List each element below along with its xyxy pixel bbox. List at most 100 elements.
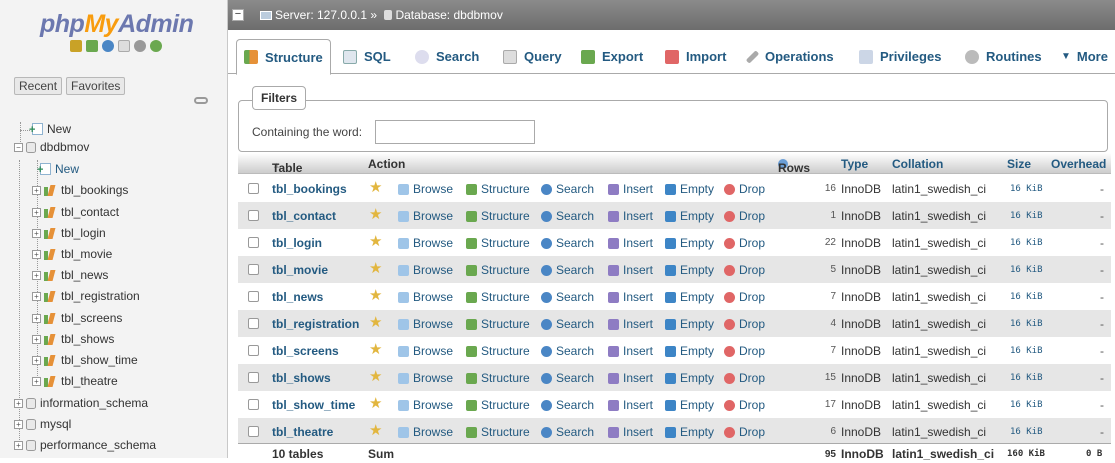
tree-table[interactable]: + tbl_news bbox=[32, 268, 108, 282]
breadcrumb-server[interactable]: Server: 127.0.0.1 bbox=[275, 8, 367, 22]
table-row[interactable]: tbl_screens ★ Browse Structure Search Insert E… bbox=[238, 337, 1111, 364]
action-search[interactable]: Search bbox=[541, 209, 594, 223]
favorite-star-icon[interactable]: ★ bbox=[369, 286, 382, 304]
row-checkbox[interactable] bbox=[248, 183, 259, 194]
table-name-link[interactable]: tbl_movie bbox=[272, 263, 328, 277]
action-browse[interactable]: Browse bbox=[398, 344, 453, 358]
tab-export[interactable]: Export bbox=[574, 39, 650, 74]
table-row[interactable]: tbl_contact ★ Browse Structure Search Insert E… bbox=[238, 202, 1111, 229]
action-insert[interactable]: Insert bbox=[608, 236, 653, 250]
action-search[interactable]: Search bbox=[541, 182, 594, 196]
table-name-link[interactable]: tbl_shows bbox=[272, 371, 331, 385]
action-search[interactable]: Search bbox=[541, 290, 594, 304]
tree-database[interactable]: + performance_schema bbox=[14, 438, 156, 452]
table-size[interactable]: 16 KiB bbox=[1010, 238, 1043, 248]
table-row[interactable]: tbl_theatre ★ Browse Structure Search Insert E… bbox=[238, 418, 1111, 445]
table-name-link[interactable]: tbl_login bbox=[272, 236, 322, 250]
breadcrumb-database[interactable]: Database: dbdbmov bbox=[395, 8, 502, 22]
action-search[interactable]: Search bbox=[541, 263, 594, 277]
action-drop[interactable]: Drop bbox=[724, 371, 765, 385]
table-name-link[interactable]: tbl_theatre bbox=[272, 425, 333, 439]
tab-search[interactable]: Search bbox=[408, 39, 486, 74]
action-insert[interactable]: Insert bbox=[608, 263, 653, 277]
tree-table[interactable]: + tbl_movie bbox=[32, 247, 112, 261]
action-drop[interactable]: Drop bbox=[724, 344, 765, 358]
action-search[interactable]: Search bbox=[541, 371, 594, 385]
tab-import[interactable]: Import bbox=[658, 39, 733, 74]
favorite-star-icon[interactable]: ★ bbox=[369, 232, 382, 250]
action-empty[interactable]: Empty bbox=[665, 263, 714, 277]
tab-structure[interactable]: Structure bbox=[236, 39, 331, 75]
table-size[interactable]: 16 KiB bbox=[1010, 427, 1043, 437]
action-search[interactable]: Search bbox=[541, 398, 594, 412]
action-drop[interactable]: Drop bbox=[724, 317, 765, 331]
action-drop[interactable]: Drop bbox=[724, 263, 765, 277]
action-browse[interactable]: Browse bbox=[398, 425, 453, 439]
action-empty[interactable]: Empty bbox=[665, 290, 714, 304]
expand-icon[interactable]: + bbox=[14, 419, 23, 429]
table-row[interactable]: tbl_login ★ Browse Structure Search Insert Emp… bbox=[238, 229, 1111, 256]
action-browse[interactable]: Browse bbox=[398, 182, 453, 196]
action-structure[interactable]: Structure bbox=[466, 209, 530, 223]
action-structure[interactable]: Structure bbox=[466, 290, 530, 304]
action-structure[interactable]: Structure bbox=[466, 344, 530, 358]
action-drop[interactable]: Drop bbox=[724, 236, 765, 250]
expand-icon[interactable]: + bbox=[32, 228, 41, 238]
tree-new-table[interactable]: New bbox=[32, 162, 79, 176]
row-checkbox[interactable] bbox=[248, 372, 259, 383]
settings-icon[interactable] bbox=[134, 40, 146, 52]
expand-icon[interactable]: + bbox=[32, 313, 41, 323]
table-row[interactable]: tbl_news ★ Browse Structure Search Insert Empt… bbox=[238, 283, 1111, 310]
action-structure[interactable]: Structure bbox=[466, 425, 530, 439]
tree-table[interactable]: + tbl_contact bbox=[32, 205, 119, 219]
action-insert[interactable]: Insert bbox=[608, 425, 653, 439]
action-drop[interactable]: Drop bbox=[724, 290, 765, 304]
link-icon[interactable] bbox=[194, 97, 208, 104]
tree-database[interactable]: + mysql bbox=[14, 417, 71, 431]
favorite-star-icon[interactable]: ★ bbox=[369, 394, 382, 412]
action-empty[interactable]: Empty bbox=[665, 344, 714, 358]
tab-privileges[interactable]: Privileges bbox=[852, 39, 948, 74]
header-collation[interactable]: Collation bbox=[892, 157, 943, 171]
action-search[interactable]: Search bbox=[541, 344, 594, 358]
expand-icon[interactable]: + bbox=[32, 355, 41, 365]
action-drop[interactable]: Drop bbox=[724, 209, 765, 223]
action-drop[interactable]: Drop bbox=[724, 182, 765, 196]
tree-database[interactable]: + information_schema bbox=[14, 396, 148, 410]
action-browse[interactable]: Browse bbox=[398, 236, 453, 250]
expand-icon[interactable]: + bbox=[32, 334, 41, 344]
favorites-tab[interactable]: Favorites bbox=[66, 77, 126, 95]
row-checkbox[interactable] bbox=[248, 426, 259, 437]
action-browse[interactable]: Browse bbox=[398, 209, 453, 223]
header-table[interactable]: Table ▲ bbox=[272, 157, 302, 175]
expand-icon[interactable]: + bbox=[14, 398, 23, 408]
tab-sql[interactable]: SQL bbox=[336, 39, 398, 74]
recent-tab[interactable]: Recent bbox=[14, 77, 63, 95]
row-checkbox[interactable] bbox=[248, 291, 259, 302]
action-empty[interactable]: Empty bbox=[665, 209, 714, 223]
action-empty[interactable]: Empty bbox=[665, 317, 714, 331]
action-browse[interactable]: Browse bbox=[398, 398, 453, 412]
tree-table[interactable]: + tbl_registration bbox=[32, 289, 140, 303]
action-structure[interactable]: Structure bbox=[466, 236, 530, 250]
row-checkbox[interactable] bbox=[248, 264, 259, 275]
action-search[interactable]: Search bbox=[541, 236, 594, 250]
tree-table[interactable]: + tbl_bookings bbox=[32, 183, 128, 197]
action-empty[interactable]: Empty bbox=[665, 371, 714, 385]
row-checkbox[interactable] bbox=[248, 399, 259, 410]
tree-table[interactable]: + tbl_theatre bbox=[32, 374, 118, 388]
table-size[interactable]: 16 KiB bbox=[1010, 400, 1043, 410]
action-search[interactable]: Search bbox=[541, 425, 594, 439]
table-row[interactable]: tbl_bookings ★ Browse Structure Search Insert… bbox=[238, 175, 1111, 202]
action-structure[interactable]: Structure bbox=[466, 398, 530, 412]
collapse-icon[interactable]: − bbox=[14, 142, 23, 152]
action-drop[interactable]: Drop bbox=[724, 425, 765, 439]
header-size[interactable]: Size bbox=[1007, 157, 1031, 171]
table-row[interactable]: tbl_show_time ★ Browse Structure Search Inser… bbox=[238, 391, 1111, 418]
favorite-star-icon[interactable]: ★ bbox=[369, 421, 382, 439]
action-empty[interactable]: Empty bbox=[665, 236, 714, 250]
filter-input[interactable] bbox=[375, 120, 535, 144]
action-insert[interactable]: Insert bbox=[608, 290, 653, 304]
action-drop[interactable]: Drop bbox=[724, 398, 765, 412]
action-insert[interactable]: Insert bbox=[608, 371, 653, 385]
